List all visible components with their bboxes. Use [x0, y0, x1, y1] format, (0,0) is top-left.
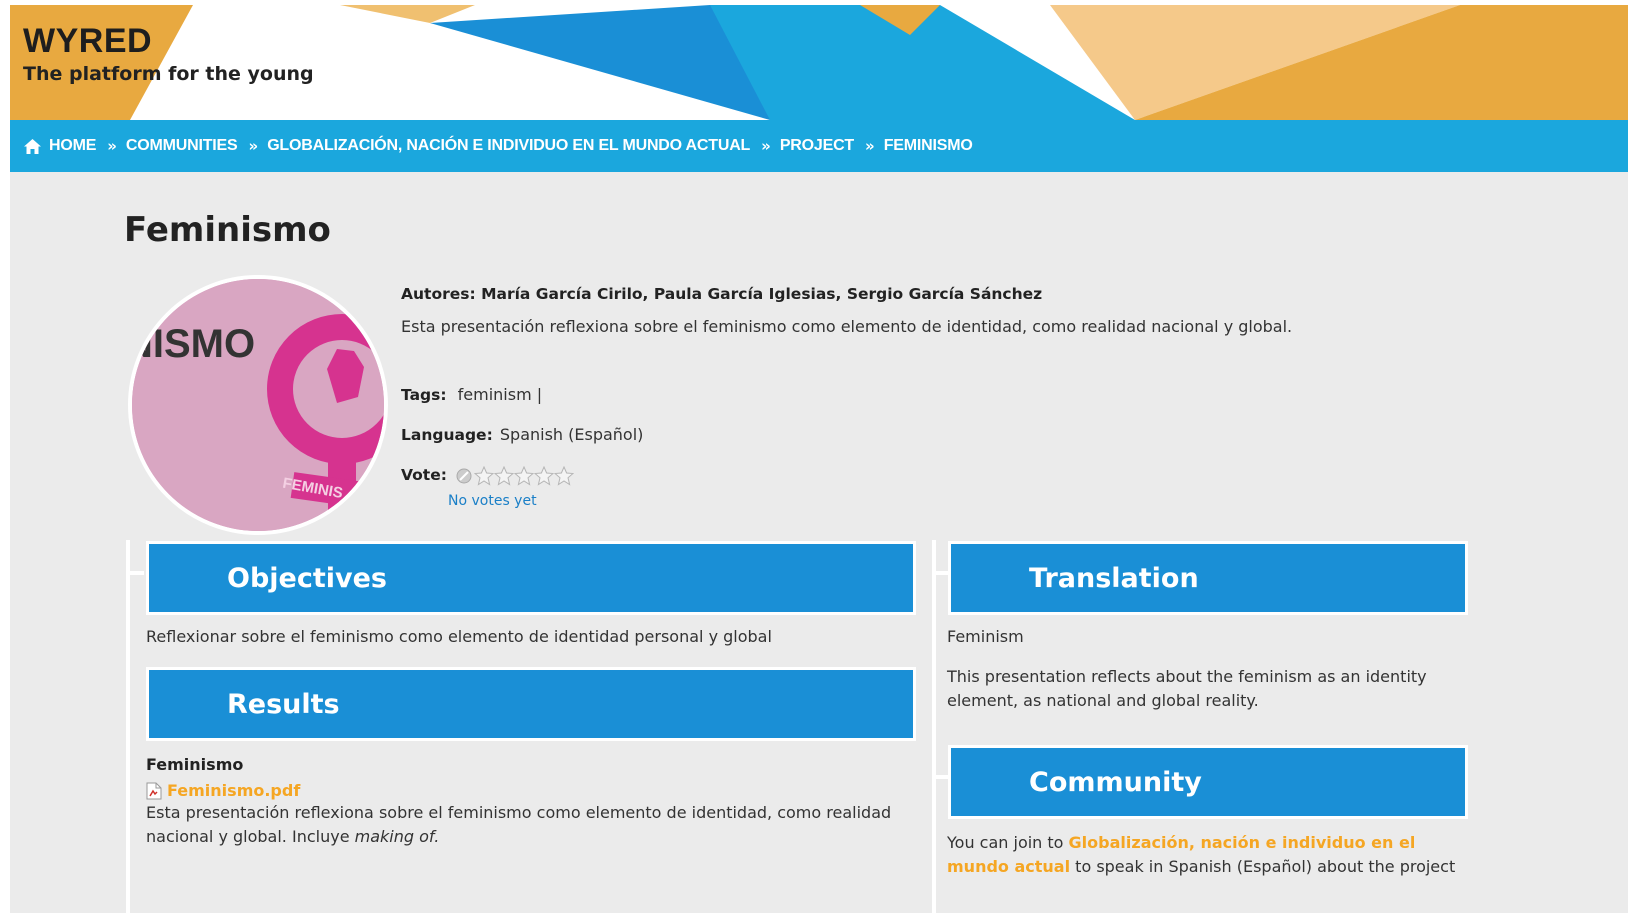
pdf-file-icon: [146, 782, 162, 799]
language-label: Language:: [401, 426, 493, 444]
translation-text: This presentation reflects about the fem…: [947, 667, 1427, 710]
breadcrumb-community[interactable]: GLOBALIZACIÓN, NACIÓN E INDIVIDUO EN EL …: [267, 137, 750, 155]
home-icon[interactable]: [24, 138, 41, 154]
star-rating: [454, 465, 575, 486]
project-meta: Autores: María García Cirilo, Paula Garc…: [401, 285, 1501, 336]
header-banner: WYRED The platform for the young: [10, 5, 1628, 120]
community-header: Community: [948, 745, 1468, 819]
result-description-text: Esta presentación reflexiona sobre el fe…: [146, 803, 892, 846]
objectives-header: Objectives: [146, 541, 916, 615]
star-icon[interactable]: [474, 465, 495, 486]
result-description: Esta presentación reflexiona sobre el fe…: [146, 801, 916, 849]
community-text-after: to speak in Spanish (Español) about the …: [1070, 857, 1456, 876]
translation-title: Feminism: [947, 627, 1024, 646]
community-heading: Community: [1029, 766, 1202, 798]
project-image: NISMO FEMINIS: [128, 275, 388, 535]
breadcrumb-separator: »: [248, 137, 259, 155]
breadcrumb-home[interactable]: HOME: [49, 137, 96, 155]
feminism-symbol-icon: NISMO FEMINIS: [132, 279, 384, 531]
breadcrumb-separator: »: [761, 137, 771, 155]
objectives-text: Reflexionar sobre el feminismo como elem…: [146, 627, 772, 646]
authors: Autores: María García Cirilo, Paula Garc…: [401, 285, 1043, 303]
breadcrumb-current[interactable]: FEMINISMO: [884, 137, 973, 155]
translation-heading: Translation: [1029, 562, 1199, 594]
tags-row: Tags: feminism |: [401, 385, 542, 404]
cancel-vote-icon[interactable]: [454, 466, 474, 486]
objectives-heading: Objectives: [227, 562, 387, 594]
breadcrumb-communities[interactable]: COMMUNITIES: [126, 137, 238, 155]
vote-status: No votes yet: [448, 493, 537, 509]
brand[interactable]: WYRED The platform for the young: [23, 23, 314, 89]
community-text: You can join to Globalización, nación e …: [947, 831, 1467, 879]
column-tick: [126, 571, 144, 575]
result-description-italic: making of.: [354, 827, 440, 846]
result-title: Feminismo: [146, 755, 244, 774]
page: WYRED The platform for the young HOME » …: [10, 5, 1628, 913]
tags-label: Tags:: [401, 386, 447, 404]
star-icon[interactable]: [494, 465, 515, 486]
vote-row: Vote:: [401, 465, 575, 486]
results-header: Results: [146, 667, 916, 741]
breadcrumb-project[interactable]: PROJECT: [780, 137, 854, 155]
image-text: NISMO: [132, 322, 255, 366]
project-description: Esta presentación reflexiona sobre el fe…: [401, 317, 1293, 336]
breadcrumb: HOME » COMMUNITIES » GLOBALIZACIÓN, NACI…: [10, 120, 1628, 172]
language-value: Spanish (Español): [499, 425, 644, 444]
tag-link[interactable]: feminism |: [458, 385, 543, 404]
brand-tagline: The platform for the young: [23, 63, 314, 85]
column-divider: [932, 540, 936, 913]
breadcrumb-separator: »: [107, 137, 117, 155]
language-row: Language: Spanish (Español): [401, 425, 643, 444]
star-icon[interactable]: [554, 465, 575, 486]
pdf-file-link[interactable]: Feminismo.pdf: [167, 781, 300, 800]
brand-name: WYRED: [23, 22, 153, 60]
result-file: Feminismo.pdf: [146, 781, 300, 800]
star-icon[interactable]: [514, 465, 535, 486]
column-divider: [126, 540, 130, 913]
translation-header: Translation: [948, 541, 1468, 615]
breadcrumb-separator: »: [865, 137, 875, 155]
community-text-before: You can join to: [947, 833, 1069, 852]
page-title: Feminismo: [124, 210, 331, 250]
results-heading: Results: [227, 688, 340, 720]
star-icon[interactable]: [534, 465, 555, 486]
vote-label: Vote:: [401, 466, 447, 484]
